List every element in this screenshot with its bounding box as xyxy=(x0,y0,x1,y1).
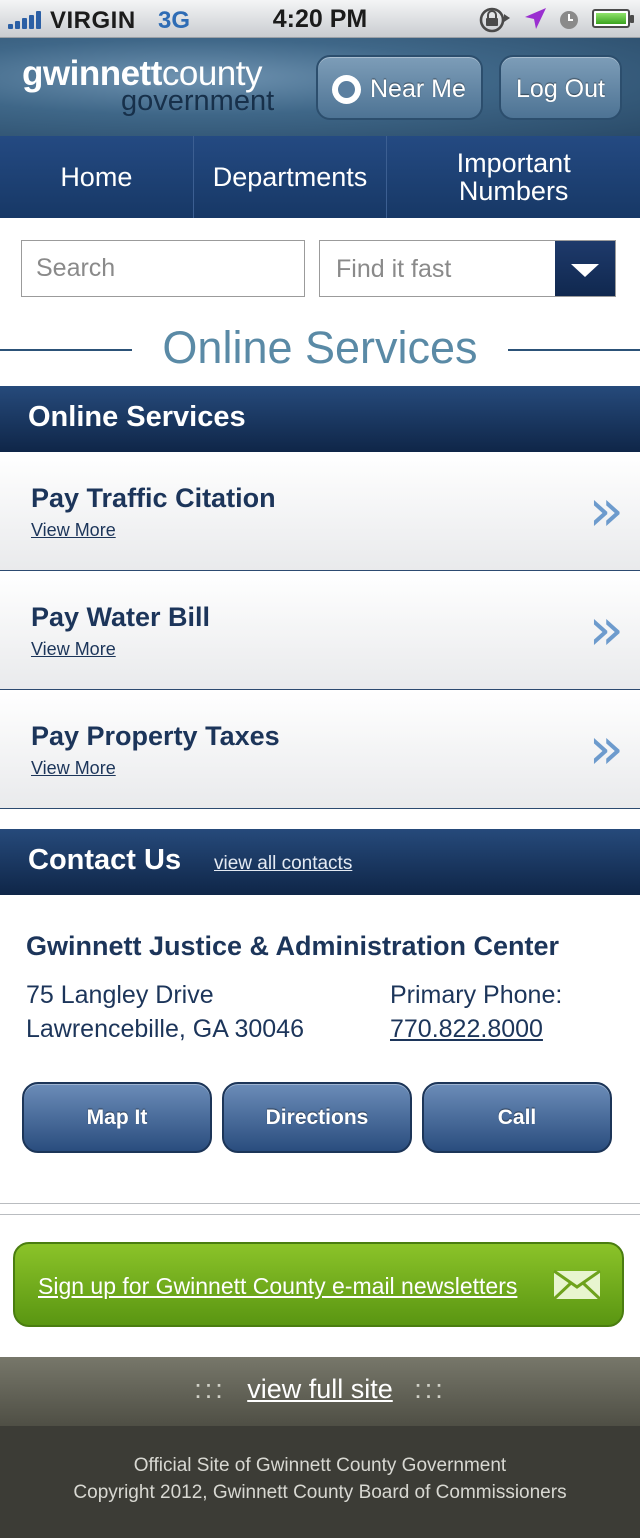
view-full-site-link[interactable]: view full site xyxy=(247,1374,393,1404)
footer: Official Site of Gwinnett County Governm… xyxy=(0,1426,640,1538)
view-all-contacts-link[interactable]: view all contacts xyxy=(214,853,352,875)
address-line-1: 75 Langley Drive xyxy=(26,981,214,1009)
newsletter-signup-button[interactable]: Sign up for Gwinnett County e-mail newsl… xyxy=(13,1242,624,1327)
chevron-right-icon[interactable]: » xyxy=(589,481,625,539)
phone-label: Primary Phone: xyxy=(390,981,563,1009)
title-rule-right xyxy=(508,349,640,351)
near-me-icon xyxy=(332,75,361,104)
online-services-heading: Online Services xyxy=(28,401,246,433)
page: VIRGIN 3G 4:20 PM gwinnettcounty governm… xyxy=(0,0,640,1538)
contact-name: Gwinnett Justice & Administration Center xyxy=(26,931,560,961)
service-item-traffic-citation[interactable]: Pay Traffic Citation View More » xyxy=(0,453,640,571)
status-bar: VIRGIN 3G 4:20 PM xyxy=(0,0,640,38)
online-services-header: Online Services xyxy=(0,386,640,452)
contact-us-header: Contact Us view all contacts xyxy=(0,829,640,895)
log-out-button[interactable]: Log Out xyxy=(499,55,622,120)
chevron-down-icon[interactable] xyxy=(555,241,615,296)
search-box xyxy=(21,240,305,297)
service-title: Pay Property Taxes xyxy=(31,721,280,751)
view-more-link[interactable]: View More xyxy=(31,520,116,541)
chevron-right-icon[interactable]: » xyxy=(589,719,625,777)
nav-tab-departments[interactable]: Departments xyxy=(194,136,388,218)
envelope-icon xyxy=(553,1270,601,1300)
newsletter-label: Sign up for Gwinnett County e-mail newsl… xyxy=(38,1273,518,1299)
footer-official-text: Official Site of Gwinnett County Governm… xyxy=(133,1455,507,1476)
phone-number-link[interactable]: 770.822.8000 xyxy=(390,1012,562,1046)
directions-button[interactable]: Directions xyxy=(222,1082,412,1153)
log-out-label: Log Out xyxy=(516,75,605,103)
contact-address: 75 Langley Drive Lawrencebille, GA 30046 xyxy=(26,978,304,1046)
service-item-water-bill[interactable]: Pay Water Bill View More » xyxy=(0,572,640,690)
chevron-right-icon[interactable]: » xyxy=(589,600,625,658)
nav-tab-important-numbers[interactable]: Important Numbers xyxy=(387,136,640,218)
view-more-link[interactable]: View More xyxy=(31,758,116,779)
find-it-fast-select[interactable]: Find it fast xyxy=(319,240,616,297)
near-me-label: Near Me xyxy=(370,75,466,103)
section-title-text: Online Services xyxy=(162,322,478,373)
find-it-fast-value: Find it fast xyxy=(336,255,452,283)
search-input[interactable] xyxy=(22,241,304,296)
dots-left: ::: xyxy=(194,1374,226,1404)
service-item-property-taxes[interactable]: Pay Property Taxes View More » xyxy=(0,691,640,809)
full-site-bar: ::: view full site ::: xyxy=(0,1357,640,1426)
nav-tab-home[interactable]: Home xyxy=(0,136,194,218)
contact-us-heading: Contact Us xyxy=(28,844,182,876)
rotation-lock-icon xyxy=(479,7,510,33)
location-arrow-icon xyxy=(525,8,546,29)
service-title: Pay Water Bill xyxy=(31,602,211,632)
dots-right: ::: xyxy=(414,1374,446,1404)
alarm-icon xyxy=(560,11,578,29)
footer-copyright: Copyright 2012, Gwinnett County Board of… xyxy=(73,1482,567,1503)
section-title: Online Services xyxy=(0,320,640,376)
logo-subtitle: government xyxy=(121,85,275,117)
service-title: Pay Traffic Citation xyxy=(31,483,276,513)
main-nav: Home Departments Important Numbers xyxy=(0,136,640,218)
app-header: gwinnettcounty government Near Me Log Ou… xyxy=(0,38,640,136)
battery-icon xyxy=(592,9,634,28)
address-line-2: Lawrencebille, GA 30046 xyxy=(26,1015,304,1043)
near-me-button[interactable]: Near Me xyxy=(316,55,483,120)
view-more-link[interactable]: View More xyxy=(31,639,116,660)
map-it-button[interactable]: Map It xyxy=(22,1082,212,1153)
call-button[interactable]: Call xyxy=(422,1082,612,1153)
gwinnett-county-logo[interactable]: gwinnettcounty government xyxy=(22,56,274,116)
divider xyxy=(0,1203,640,1204)
contact-phone: Primary Phone: 770.822.8000 xyxy=(390,978,562,1046)
divider xyxy=(0,1214,640,1215)
